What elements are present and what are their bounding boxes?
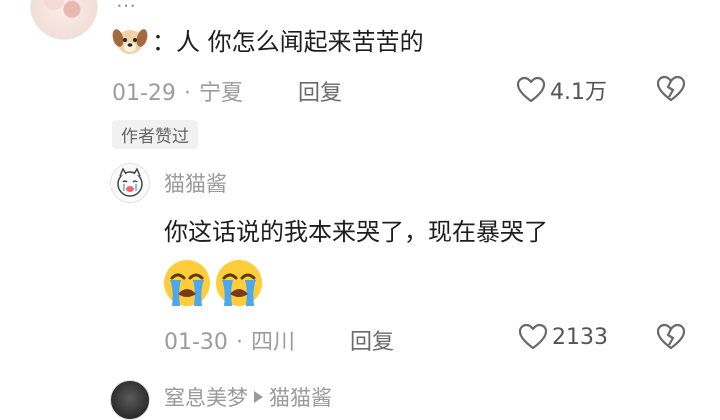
author-liked-badge: 作者赞过 (112, 120, 198, 149)
broken-heart-icon[interactable] (656, 323, 686, 351)
top-comment-like-count: 4.1万 (550, 80, 607, 105)
heart-outline-icon (516, 76, 546, 103)
reply-arrow-icon (254, 391, 263, 403)
meta-separator: · (183, 81, 191, 106)
reply-comment-like-count: 2133 (552, 324, 608, 350)
top-comment-prefix: ： (152, 28, 176, 56)
top-comment-date: 01-29 (112, 81, 176, 106)
top-comment-reply-button[interactable]: 回复 (298, 75, 342, 107)
reply-comment-avatar[interactable] (110, 163, 150, 203)
loudly-crying-face-icon (216, 260, 262, 306)
bottom-comment-header: 窒息美梦 猫猫酱 (164, 382, 332, 412)
reply-comment-username[interactable]: 猫猫酱 (164, 168, 227, 198)
meta-separator: · (235, 330, 243, 355)
dog-face-icon (112, 29, 148, 54)
bottom-comment-reply-to[interactable]: 猫猫酱 (269, 382, 332, 412)
heart-outline-icon (518, 323, 548, 350)
reply-comment-like-button[interactable]: 2133 (518, 323, 608, 351)
reply-comment-reply-button[interactable]: 回复 (350, 324, 394, 356)
top-comment-meta: 01-29 · 宁夏 (112, 75, 243, 107)
reply-comment-date: 01-30 (164, 330, 228, 355)
reply-comment-meta: 01-30 · 四川 (164, 324, 295, 356)
reply-comment-location: 四川 (250, 330, 295, 355)
loudly-crying-face-icon (164, 260, 210, 306)
reply-comment-text: 你这话说的我本来哭了，现在暴哭了 (164, 218, 548, 246)
top-comment-avatar[interactable] (30, 0, 98, 40)
top-comment-like-button[interactable]: 4.1万 (516, 74, 607, 106)
bottom-comment-avatar[interactable] (110, 380, 150, 420)
broken-heart-icon[interactable] (656, 75, 686, 103)
top-comment-body: 人 你怎么闻起来苦苦的 (176, 28, 424, 56)
top-comment-location: 宁夏 (198, 81, 243, 106)
top-comment-username[interactable]: … (116, 0, 136, 12)
crying-cat-avatar-icon (117, 167, 143, 197)
top-comment-text: ：人 你怎么闻起来苦苦的 (152, 22, 424, 57)
bottom-comment-username[interactable]: 窒息美梦 (164, 382, 248, 412)
